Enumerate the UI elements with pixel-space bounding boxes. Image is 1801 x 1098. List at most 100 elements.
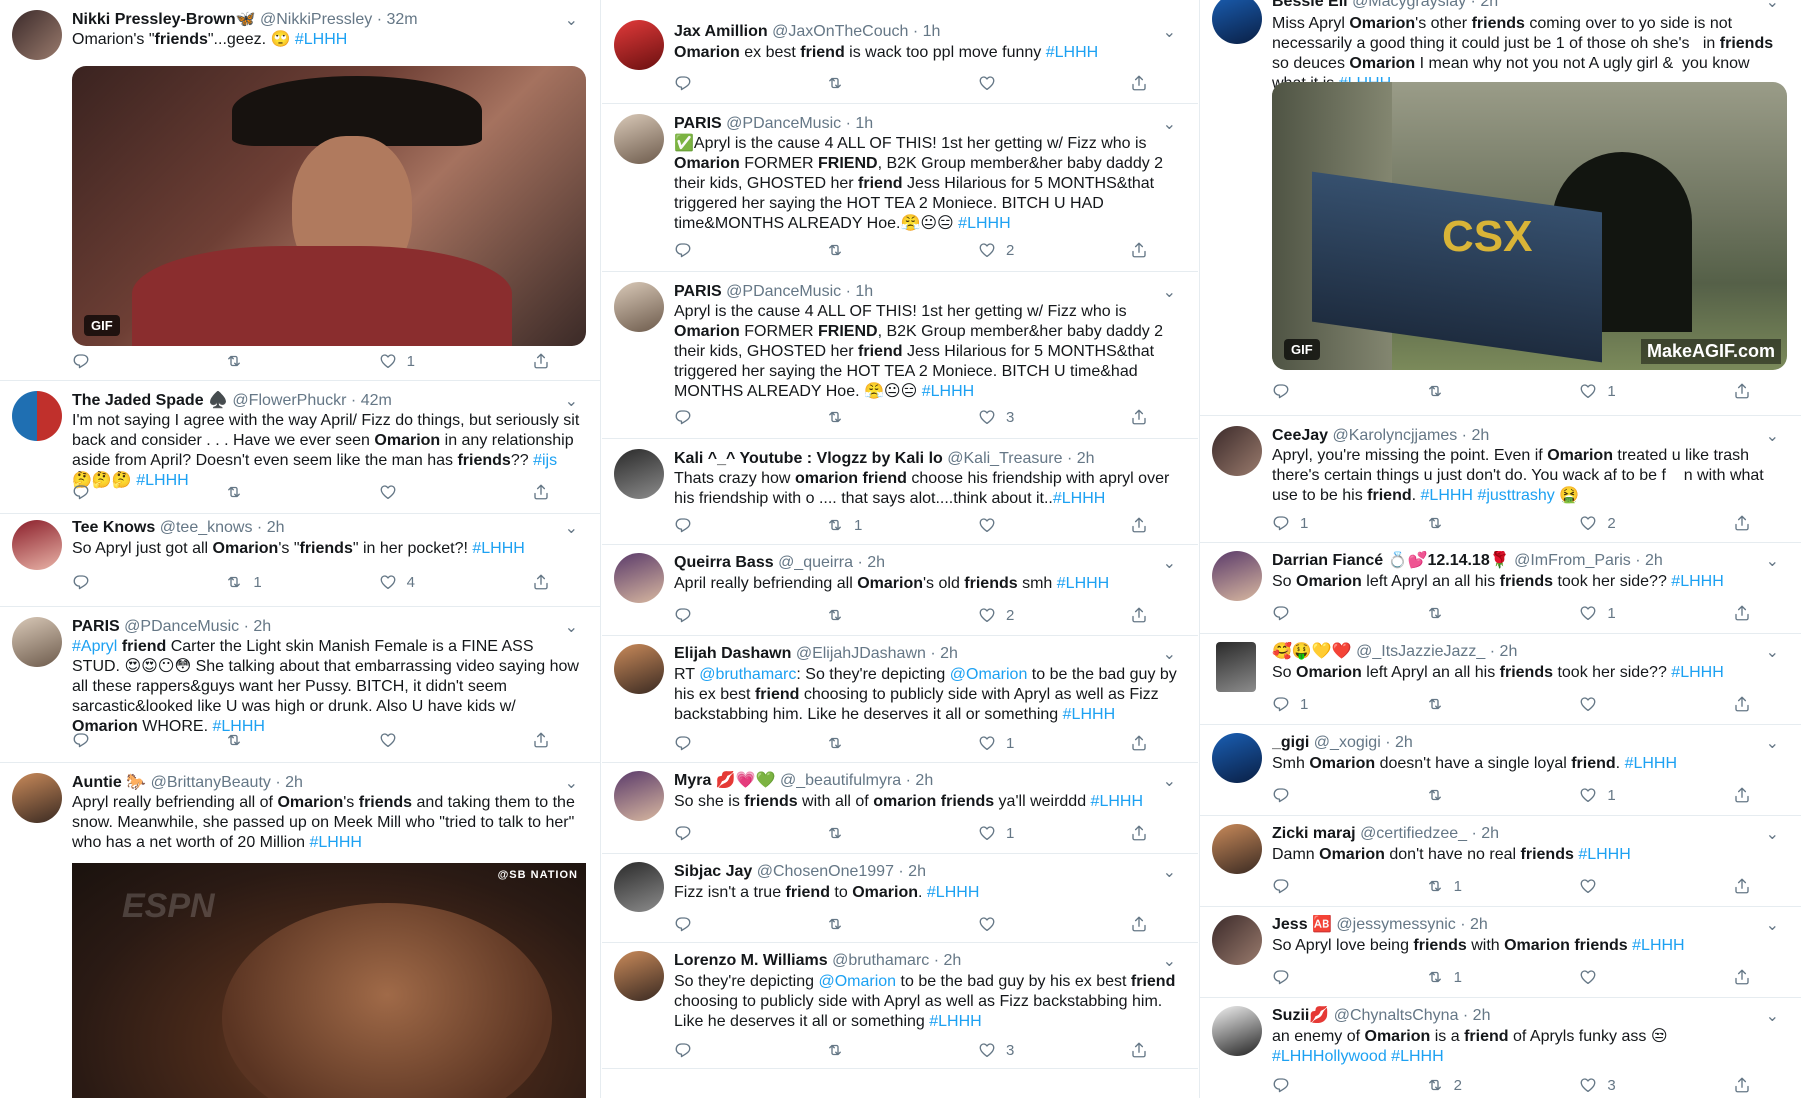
- share-button[interactable]: [1130, 74, 1158, 92]
- reply-button[interactable]: [1272, 1076, 1372, 1094]
- reply-button[interactable]: [72, 483, 172, 501]
- like-button[interactable]: 1: [978, 734, 1078, 752]
- share-button[interactable]: [1733, 695, 1761, 713]
- reply-button[interactable]: [674, 606, 774, 624]
- avatar[interactable]: [614, 771, 664, 821]
- reply-button[interactable]: [1272, 604, 1372, 622]
- reply-button[interactable]: [72, 352, 172, 370]
- chevron-down-icon[interactable]: ⌄: [565, 518, 578, 538]
- tweet[interactable]: The Jaded Spade ♠️ @FlowerPhuckr · 42m ⌄…: [0, 381, 600, 514]
- like-button[interactable]: 3: [978, 408, 1078, 426]
- chevron-down-icon[interactable]: ⌄: [565, 617, 578, 637]
- like-button[interactable]: 1: [978, 824, 1078, 842]
- like-button[interactable]: 2: [978, 606, 1078, 624]
- avatar[interactable]: [614, 644, 664, 694]
- share-button[interactable]: [1130, 241, 1158, 259]
- tweet[interactable]: Myra 💋💗💚 @_beautifulmyra · 2h ⌄ So she i…: [602, 763, 1198, 854]
- chevron-down-icon[interactable]: ⌄: [565, 773, 578, 793]
- like-button[interactable]: 1: [379, 352, 479, 370]
- display-name[interactable]: Darrian Fiancé 💍💕12.14.18🌹: [1272, 552, 1510, 569]
- display-name[interactable]: Nikki Pressley-Brown🦋: [72, 11, 256, 28]
- avatar[interactable]: [12, 617, 62, 667]
- chevron-down-icon[interactable]: ⌄: [1163, 22, 1176, 42]
- display-name[interactable]: Zicki maraj: [1272, 825, 1356, 842]
- display-name[interactable]: Jess 🆎: [1272, 916, 1332, 933]
- display-name[interactable]: PARIS: [72, 618, 120, 635]
- like-button[interactable]: [978, 516, 1078, 534]
- share-button[interactable]: [1733, 514, 1761, 532]
- chevron-down-icon[interactable]: ⌄: [1163, 862, 1176, 882]
- share-button[interactable]: [532, 483, 560, 501]
- chevron-down-icon[interactable]: ⌄: [1163, 644, 1176, 664]
- retweet-button[interactable]: [826, 241, 926, 259]
- share-button[interactable]: [1733, 382, 1761, 400]
- tweet[interactable]: PARIS @PDanceMusic · 1h ⌄ Apryl is the c…: [602, 272, 1198, 439]
- like-button[interactable]: [1579, 877, 1679, 895]
- retweet-button[interactable]: [826, 734, 926, 752]
- share-button[interactable]: [532, 573, 560, 591]
- chevron-down-icon[interactable]: ⌄: [1766, 426, 1779, 446]
- display-name[interactable]: PARIS: [674, 283, 722, 300]
- tweet[interactable]: Nikki Pressley-Brown🦋 @NikkiPressley · 3…: [0, 0, 600, 381]
- display-name[interactable]: _gigi: [1272, 734, 1309, 751]
- like-button[interactable]: 2: [1579, 514, 1679, 532]
- avatar[interactable]: [1212, 551, 1262, 601]
- like-button[interactable]: [1579, 968, 1679, 986]
- share-button[interactable]: [1130, 824, 1158, 842]
- like-button[interactable]: 4: [379, 573, 479, 591]
- avatar[interactable]: [12, 520, 62, 570]
- display-name[interactable]: Suzii💋: [1272, 1007, 1329, 1024]
- retweet-button[interactable]: 1: [1426, 968, 1526, 986]
- avatar[interactable]: [614, 553, 664, 603]
- display-name[interactable]: The Jaded Spade ♠️: [72, 392, 228, 409]
- retweet-button[interactable]: [1426, 514, 1526, 532]
- chevron-down-icon[interactable]: ⌄: [1163, 553, 1176, 573]
- reply-button[interactable]: 1: [1272, 695, 1372, 713]
- avatar[interactable]: [614, 114, 664, 164]
- like-button[interactable]: [379, 731, 479, 749]
- share-button[interactable]: [1130, 915, 1158, 933]
- share-button[interactable]: [1733, 1076, 1761, 1094]
- avatar[interactable]: [1212, 426, 1262, 476]
- retweet-button[interactable]: [826, 1041, 926, 1059]
- retweet-button[interactable]: 2: [1426, 1076, 1526, 1094]
- retweet-button[interactable]: [1426, 604, 1526, 622]
- chevron-down-icon[interactable]: ⌄: [1766, 0, 1779, 12]
- gif-media[interactable]: GIF: [72, 66, 586, 346]
- retweet-button[interactable]: [1426, 786, 1526, 804]
- tweet[interactable]: 🥰🤑💛❤️ @_ItsJazzieJazz_ · 2h ⌄ So Omarion…: [1200, 634, 1801, 725]
- tweet[interactable]: Kali ^_^ Youtube : Vlogzz by Kali lo @Ka…: [602, 439, 1198, 545]
- share-button[interactable]: [1130, 516, 1158, 534]
- avatar[interactable]: [12, 10, 62, 60]
- avatar[interactable]: [614, 951, 664, 1001]
- reply-button[interactable]: 1: [1272, 514, 1372, 532]
- reply-button[interactable]: [72, 573, 172, 591]
- display-name[interactable]: Auntie 🐎: [72, 774, 146, 791]
- retweet-button[interactable]: [1426, 695, 1526, 713]
- tweet[interactable]: Elijah Dashawn @ElijahJDashawn · 2h ⌄ RT…: [602, 636, 1198, 763]
- avatar[interactable]: [12, 391, 62, 441]
- tweet[interactable]: PARIS @PDanceMusic · 2h ⌄ #Apryl friend …: [0, 607, 600, 763]
- share-button[interactable]: [1130, 1041, 1158, 1059]
- avatar[interactable]: [12, 773, 62, 823]
- reply-button[interactable]: [1272, 877, 1372, 895]
- avatar[interactable]: [614, 282, 664, 332]
- reply-button[interactable]: [674, 408, 774, 426]
- reply-button[interactable]: [1272, 382, 1372, 400]
- display-name[interactable]: 🥰🤑💛❤️: [1272, 643, 1352, 660]
- display-name[interactable]: Myra 💋💗💚: [674, 772, 776, 789]
- tweet[interactable]: Bessie Ell @Macygrayslay · 2h ⌄ Miss Apr…: [1200, 0, 1801, 416]
- like-button[interactable]: [978, 915, 1078, 933]
- reply-button[interactable]: [1272, 968, 1372, 986]
- like-button[interactable]: 1: [1579, 786, 1679, 804]
- like-button[interactable]: [379, 483, 479, 501]
- reply-button[interactable]: [674, 241, 774, 259]
- reply-button[interactable]: [674, 734, 774, 752]
- chevron-down-icon[interactable]: ⌄: [1766, 915, 1779, 935]
- tweet[interactable]: CeeJay @Karolyncjjames · 2h ⌄ Apryl, you…: [1200, 416, 1801, 543]
- chevron-down-icon[interactable]: ⌄: [1766, 1006, 1779, 1026]
- like-button[interactable]: 1: [1579, 604, 1679, 622]
- share-button[interactable]: [532, 731, 560, 749]
- avatar[interactable]: [1216, 642, 1256, 692]
- retweet-button[interactable]: [225, 352, 325, 370]
